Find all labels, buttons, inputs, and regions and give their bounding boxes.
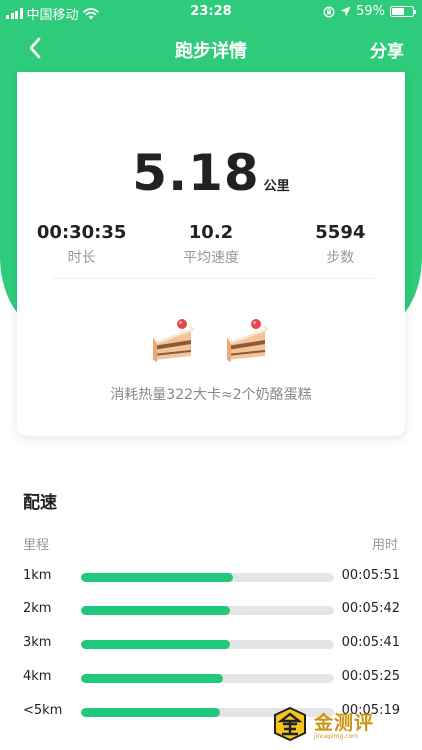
pace-title: 配速 <box>23 493 57 513</box>
pace-time: 00:05:51 <box>341 568 400 583</box>
pace-row: 2km 00:05:42 <box>23 599 400 619</box>
pace-bar <box>81 674 223 683</box>
watermark-logo-icon <box>274 706 306 742</box>
stat-duration: 00:30:35 时长 <box>17 222 146 267</box>
stat-label: 步数 <box>326 250 355 266</box>
pace-bar-track <box>81 640 334 649</box>
pace-km: 1km <box>23 568 52 583</box>
stat-value: 10.2 <box>188 222 234 243</box>
pace-km: 4km <box>23 669 52 684</box>
pace-row: 4km 00:05:25 <box>23 667 400 687</box>
cake-icons <box>17 316 405 364</box>
pace-bar <box>81 606 231 615</box>
pace-time: 00:05:42 <box>341 601 400 616</box>
stat-avg-speed: 10.2 平均速度 <box>146 222 275 267</box>
stat-steps: 5594 步数 <box>276 222 405 267</box>
summary-card: 5.18 公里 00:30:35 时长 10.2 平均速度 5594 步数 消耗… <box>17 72 405 436</box>
battery-percent: 59% <box>356 4 385 19</box>
watermark: 金测评 jincepimg.com <box>272 706 374 742</box>
calorie-text: 消耗热量322大卡≈2个奶酪蛋糕 <box>110 387 312 403</box>
pace-km: 2km <box>23 601 52 616</box>
share-button[interactable]: 分享 <box>370 37 404 62</box>
pace-bar <box>81 640 231 649</box>
pace-km: 3km <box>23 635 52 650</box>
page-title: 跑步详情 <box>175 41 247 62</box>
watermark-text: 金测评 <box>314 712 375 734</box>
pace-time: 00:05:41 <box>341 635 400 650</box>
stat-label: 时长 <box>67 250 96 266</box>
battery-icon <box>390 6 416 17</box>
rotation-lock-icon <box>323 6 335 17</box>
pace-km: <5km <box>23 703 63 718</box>
battery-level <box>392 8 404 15</box>
pace-bar <box>81 573 233 582</box>
pace-col-distance: 里程 <box>23 538 50 553</box>
pace-row: 3km 00:05:41 <box>23 633 400 653</box>
stat-label: 平均速度 <box>182 250 239 266</box>
pace-bar-track <box>81 674 334 683</box>
distance-display: 5.18 公里 <box>17 144 405 202</box>
pace-col-time: 用时 <box>371 538 398 553</box>
pace-bar <box>81 708 221 717</box>
pace-time: 00:05:25 <box>341 669 400 684</box>
distance-unit: 公里 <box>263 179 290 194</box>
pace-row: 1km 00:05:51 <box>23 566 400 586</box>
cake-icon <box>153 319 195 362</box>
cake-icon <box>227 319 269 362</box>
stat-value: 00:30:35 <box>36 222 127 243</box>
distance-value: 5.18 <box>132 144 260 202</box>
status-bar: 中国移动 23:28 59% <box>0 0 422 24</box>
pace-header: 里程 用时 <box>23 534 398 553</box>
stats-row: 00:30:35 时长 10.2 平均速度 5594 步数 <box>17 222 405 267</box>
stat-value: 5594 <box>315 222 366 243</box>
pace-bar-track <box>81 606 334 615</box>
pace-bar-track <box>81 573 334 582</box>
location-icon <box>340 6 351 17</box>
nav-bar: 跑步详情 分享 <box>0 26 422 70</box>
divider <box>53 278 375 279</box>
